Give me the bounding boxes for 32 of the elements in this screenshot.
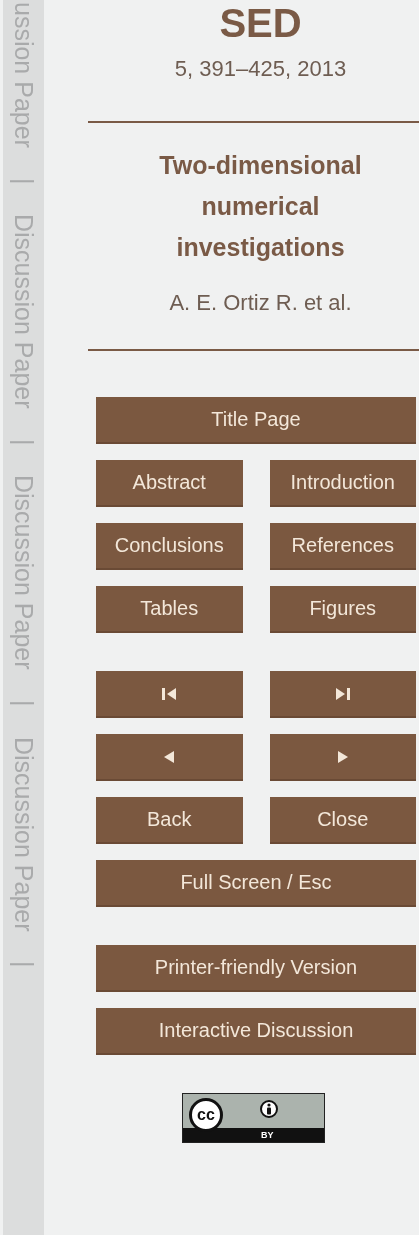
last-page-icon (335, 687, 350, 700)
author-line: A. E. Ortiz R. et al. (168, 290, 353, 316)
first-page-button[interactable] (96, 671, 243, 718)
cc-mark: cc (189, 1098, 223, 1132)
person-icon (260, 1100, 278, 1118)
nav-button[interactable]: Back (96, 797, 243, 844)
first-page-icon (162, 687, 177, 700)
nav-button[interactable]: Conclusions (96, 523, 243, 570)
margin-divider: | (9, 177, 39, 185)
nav-button[interactable]: Title Page (96, 397, 416, 444)
nav-button[interactable]: Introduction (269, 460, 416, 507)
nav-button[interactable]: Tables (96, 586, 243, 633)
previous-icon (164, 750, 175, 763)
paper-title: Two-dimensional numerical investigations (158, 150, 363, 263)
margin-divider: | (9, 961, 39, 968)
journal-name: SED (218, 0, 303, 46)
previous-button[interactable] (96, 734, 243, 781)
nav-button[interactable]: References (269, 523, 416, 570)
nav-button[interactable]: Abstract (96, 460, 243, 507)
margin-divider: | (9, 438, 39, 446)
nav-button[interactable]: Printer-friendly Version (96, 945, 416, 992)
nav-button[interactable]: Interactive Discussion (96, 1008, 416, 1055)
license-label: BY (261, 1129, 274, 1142)
last-page-button[interactable] (269, 671, 416, 718)
volume-info: 5, 391–425, 2013 (173, 56, 348, 82)
margin-divider: | (9, 700, 39, 707)
next-icon (337, 750, 348, 763)
nav-button[interactable]: Close (269, 797, 416, 844)
nav-button[interactable]: Figures (269, 586, 416, 633)
next-button[interactable] (269, 734, 416, 781)
nav-button[interactable]: Full Screen / Esc (96, 860, 416, 907)
license-badge[interactable]: cc BY (182, 1093, 325, 1143)
